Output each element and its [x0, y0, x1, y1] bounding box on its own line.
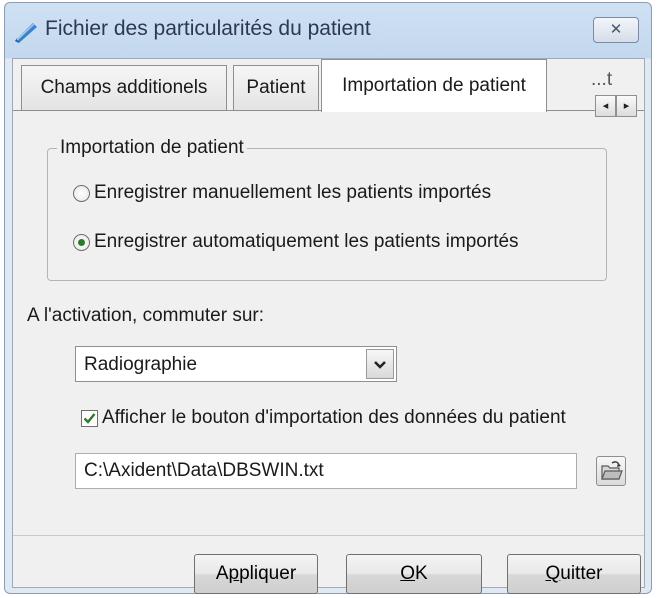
- apply-label-accel: p: [228, 563, 240, 584]
- tab-label: Champs additionels: [40, 77, 208, 98]
- quit-label-accel: Q: [545, 563, 561, 584]
- activation-label: A l'activation, commuter sur:: [27, 305, 264, 326]
- radio-auto-import[interactable]: Enregistrer automatiquement les patients…: [73, 229, 519, 255]
- tab-label: Patient: [246, 77, 306, 98]
- close-button[interactable]: ✕: [593, 17, 639, 43]
- checkmark-icon: [83, 412, 96, 424]
- app-icon: [15, 23, 37, 43]
- import-group-title: Importation de patient: [57, 137, 247, 159]
- ok-button[interactable]: OK: [346, 554, 482, 594]
- import-path-input[interactable]: [75, 453, 577, 489]
- radio-button[interactable]: [73, 184, 90, 202]
- ok-label-accel: O: [400, 563, 416, 584]
- radio-manual-import[interactable]: Enregistrer manuellement les patients im…: [73, 180, 491, 206]
- dialog-window: Fichier des particularités du patient ✕ …: [4, 2, 652, 594]
- tab-overflow-partial: ...ti: [591, 69, 613, 90]
- tab-label: Importation de patient: [342, 75, 526, 96]
- checkbox[interactable]: [81, 409, 98, 427]
- activation-select-value: Radiographie: [84, 354, 198, 375]
- radio-selected-dot: [78, 238, 85, 246]
- folder-browse-icon: [601, 461, 623, 480]
- tab-page-import: Importation de patient Enregistrer manue…: [13, 111, 644, 594]
- checkbox-label: Afficher le bouton d'importation des don…: [102, 407, 566, 428]
- scroll-right-icon[interactable]: ▸: [616, 95, 637, 117]
- title-bar[interactable]: Fichier des particularités du patient ✕: [5, 3, 651, 57]
- import-groupbox: [47, 148, 607, 281]
- ok-label-post: K: [415, 563, 428, 584]
- radio-label: Enregistrer automatiquement les patients…: [94, 231, 519, 252]
- chevron-down-icon[interactable]: [366, 349, 394, 379]
- close-icon: ✕: [609, 21, 623, 38]
- apply-button[interactable]: Appliquer: [194, 554, 318, 594]
- tab-importation-de-patient[interactable]: Importation de patient: [321, 59, 547, 112]
- tab-patient[interactable]: Patient: [233, 65, 319, 111]
- browse-button[interactable]: [596, 456, 626, 486]
- apply-label-post: pliquer: [239, 563, 297, 584]
- quit-button[interactable]: Quitter: [507, 554, 641, 594]
- window-title: Fichier des particularités du patient: [45, 17, 371, 40]
- show-import-button-checkbox[interactable]: Afficher le bouton d'importation des don…: [81, 404, 566, 432]
- tab-champs-additionels[interactable]: Champs additionels: [21, 65, 227, 111]
- dialog-client: Champs additionels Patient Importation d…: [12, 58, 645, 594]
- radio-label: Enregistrer manuellement les patients im…: [94, 182, 492, 203]
- apply-label-pre: A: [215, 563, 229, 584]
- activation-select[interactable]: Radiographie: [75, 346, 397, 382]
- footer-separator: [13, 535, 644, 536]
- scroll-left-icon[interactable]: ◂: [595, 95, 616, 117]
- quit-label-post: uitter: [560, 563, 603, 584]
- radio-button[interactable]: [73, 233, 90, 251]
- tab-scroll-arrows: ◂ ▸: [595, 95, 637, 117]
